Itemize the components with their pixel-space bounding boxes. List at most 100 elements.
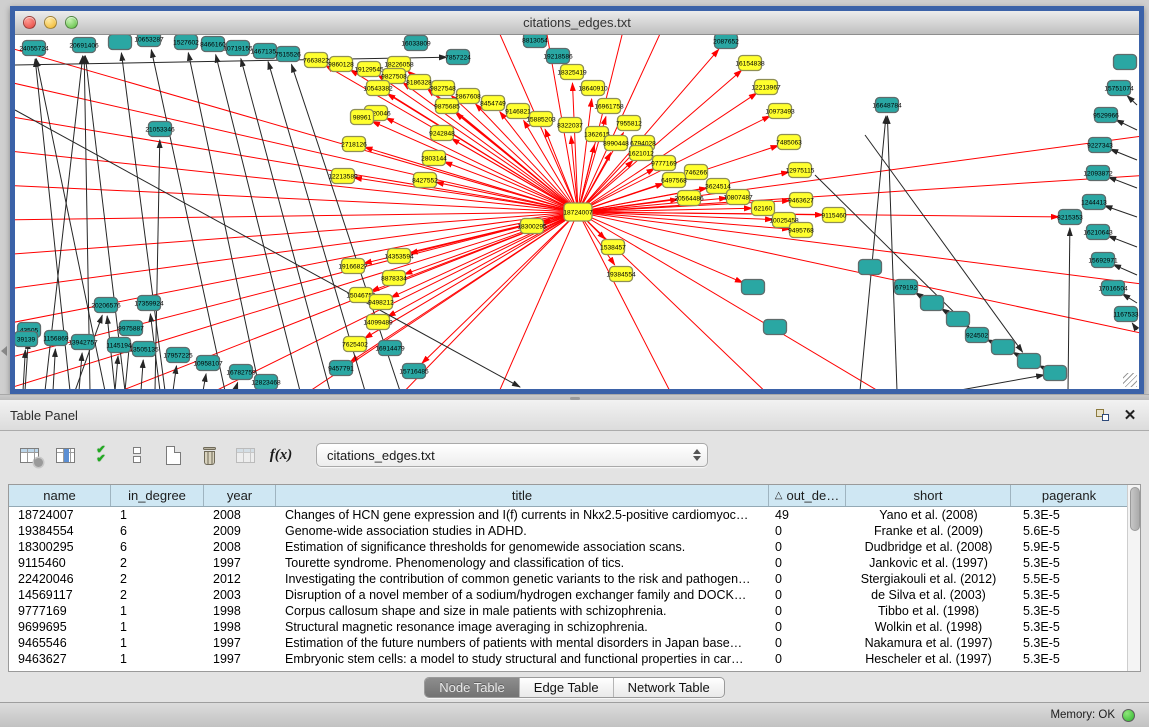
table-cell[interactable]: 2012 xyxy=(204,572,276,586)
table-cell[interactable]: 0 xyxy=(769,524,846,538)
table-cell[interactable]: 5.3E-5 xyxy=(1011,556,1127,570)
table-row[interactable]: 1830029562008Estimation of significance … xyxy=(9,539,1127,555)
table-cell[interactable]: 18300295 xyxy=(9,540,111,554)
select-rows-button[interactable]: ✔✔ xyxy=(86,441,116,469)
table-cell[interactable]: 5.6E-5 xyxy=(1011,524,1127,538)
table-cell[interactable]: Genome-wide association studies in ADHD. xyxy=(276,524,769,538)
table-cell[interactable]: 5.3E-5 xyxy=(1011,508,1127,522)
table-cell[interactable]: 9699695 xyxy=(9,620,111,634)
minimize-window-button[interactable] xyxy=(44,16,57,29)
table-cell[interactable]: 2 xyxy=(111,556,204,570)
float-panel-button[interactable] xyxy=(1093,407,1111,423)
tab-network-table[interactable]: Network Table xyxy=(614,678,724,697)
window-resize-grip[interactable] xyxy=(1123,373,1137,387)
table-cell[interactable]: 6 xyxy=(111,540,204,554)
table-cell[interactable]: Tourette syndrome. Phenomenology and cla… xyxy=(276,556,769,570)
table-cell[interactable]: 2003 xyxy=(204,588,276,602)
show-columns-button[interactable] xyxy=(50,441,80,469)
graph-node[interactable] xyxy=(742,280,765,295)
close-window-button[interactable] xyxy=(23,16,36,29)
table-cell[interactable]: Investigating the contribution of common… xyxy=(276,572,769,586)
column-header-pagerank[interactable]: pagerank xyxy=(1011,485,1127,506)
table-settings-button[interactable] xyxy=(14,441,44,469)
table-cell[interactable]: Structural magnetic resonance image aver… xyxy=(276,620,769,634)
table-cell[interactable]: 5.5E-5 xyxy=(1011,572,1127,586)
delete-table-button[interactable] xyxy=(230,441,260,469)
tab-node-table[interactable]: Node Table xyxy=(425,678,520,697)
collapse-left-panel-arrow-icon[interactable] xyxy=(1,346,7,356)
table-cell[interactable]: Franke et al. (2009) xyxy=(846,524,1011,538)
zoom-window-button[interactable] xyxy=(65,16,78,29)
graph-node[interactable] xyxy=(1114,55,1137,70)
table-cell[interactable]: 5.3E-5 xyxy=(1011,620,1127,634)
graph-node[interactable] xyxy=(109,35,132,50)
table-cell[interactable]: 0 xyxy=(769,588,846,602)
table-cell[interactable]: 0 xyxy=(769,636,846,650)
column-header-name[interactable]: name xyxy=(9,485,111,506)
graph-node[interactable] xyxy=(859,260,882,275)
table-cell[interactable]: 2009 xyxy=(204,524,276,538)
table-cell[interactable]: 0 xyxy=(769,620,846,634)
table-row[interactable]: 969969511998Structural magnetic resonanc… xyxy=(9,619,1127,635)
table-cell[interactable]: 1997 xyxy=(204,652,276,666)
network-canvas[interactable]: 1872400724055724206914061065328715276028… xyxy=(15,35,1139,389)
table-cell[interactable]: 1 xyxy=(111,636,204,650)
table-cell[interactable]: Estimation of significance thresholds fo… xyxy=(276,540,769,554)
table-cell[interactable]: 1997 xyxy=(204,556,276,570)
table-cell[interactable]: 0 xyxy=(769,604,846,618)
table-cell[interactable]: 2008 xyxy=(204,508,276,522)
table-vertical-scrollbar[interactable] xyxy=(1127,485,1140,671)
graph-node[interactable] xyxy=(992,340,1015,355)
table-cell[interactable]: Nakamura et al. (1997) xyxy=(846,636,1011,650)
table-cell[interactable]: Tibbo et al. (1998) xyxy=(846,604,1011,618)
table-cell[interactable]: Disruption of a novel member of a sodium… xyxy=(276,588,769,602)
table-cell[interactable]: 0 xyxy=(769,556,846,570)
table-row[interactable]: 977716911998Corpus callosum shape and si… xyxy=(9,603,1127,619)
table-cell[interactable]: 49 xyxy=(769,508,846,522)
table-cell[interactable]: 1998 xyxy=(204,620,276,634)
table-cell[interactable]: 9463627 xyxy=(9,652,111,666)
table-cell[interactable]: 9115460 xyxy=(9,556,111,570)
table-cell[interactable]: 1997 xyxy=(204,636,276,650)
table-cell[interactable]: 0 xyxy=(769,540,846,554)
table-cell[interactable]: Jankovic et al. (1997) xyxy=(846,556,1011,570)
graph-node[interactable] xyxy=(764,320,787,335)
scrollbar-thumb[interactable] xyxy=(1130,487,1140,531)
new-column-button[interactable] xyxy=(158,441,188,469)
table-cell[interactable]: 0 xyxy=(769,572,846,586)
table-cell[interactable]: 2008 xyxy=(204,540,276,554)
table-cell[interactable]: 0 xyxy=(769,652,846,666)
table-cell[interactable]: Dudbridge et al. (2008) xyxy=(846,540,1011,554)
row-height-button[interactable] xyxy=(122,441,152,469)
table-cell[interactable]: 6 xyxy=(111,524,204,538)
column-header-title[interactable]: title xyxy=(276,485,769,506)
table-cell[interactable]: Yano et al. (2008) xyxy=(846,508,1011,522)
graph-node[interactable] xyxy=(947,312,970,327)
table-cell[interactable]: 2 xyxy=(111,588,204,602)
table-cell[interactable]: 9465546 xyxy=(9,636,111,650)
table-row[interactable]: 1938455462009Genome-wide association stu… xyxy=(9,523,1127,539)
graph-node[interactable] xyxy=(1018,354,1041,369)
table-cell[interactable]: 5.3E-5 xyxy=(1011,588,1127,602)
table-row[interactable]: 911546021997Tourette syndrome. Phenomeno… xyxy=(9,555,1127,571)
table-cell[interactable]: Embryonic stem cells: a model to study s… xyxy=(276,652,769,666)
table-cell[interactable]: 14569117 xyxy=(9,588,111,602)
table-cell[interactable]: 19384554 xyxy=(9,524,111,538)
column-header-in-degree[interactable]: in_degree xyxy=(111,485,204,506)
table-cell[interactable]: Corpus callosum shape and size in male p… xyxy=(276,604,769,618)
table-row[interactable]: 946362711997Embryonic stem cells: a mode… xyxy=(9,651,1127,667)
table-row[interactable]: 2242004622012Investigating the contribut… xyxy=(9,571,1127,587)
table-cell[interactable]: 5.3E-5 xyxy=(1011,636,1127,650)
table-cell[interactable]: 1 xyxy=(111,604,204,618)
column-header-short[interactable]: short xyxy=(846,485,1011,506)
table-cell[interactable]: 5.9E-5 xyxy=(1011,540,1127,554)
table-cell[interactable]: 1 xyxy=(111,508,204,522)
table-cell[interactable]: 1 xyxy=(111,620,204,634)
table-cell[interactable]: 9777169 xyxy=(9,604,111,618)
table-cell[interactable]: Stergiakouli et al. (2012) xyxy=(846,572,1011,586)
table-row[interactable]: 946554611997Estimation of the future num… xyxy=(9,635,1127,651)
table-cell[interactable]: de Silva et al. (2003) xyxy=(846,588,1011,602)
delete-column-button[interactable] xyxy=(194,441,224,469)
network-view-window[interactable]: citations_edges.txt 18724007240557242069… xyxy=(10,6,1144,394)
function-builder-button[interactable]: f(x) xyxy=(266,441,296,469)
